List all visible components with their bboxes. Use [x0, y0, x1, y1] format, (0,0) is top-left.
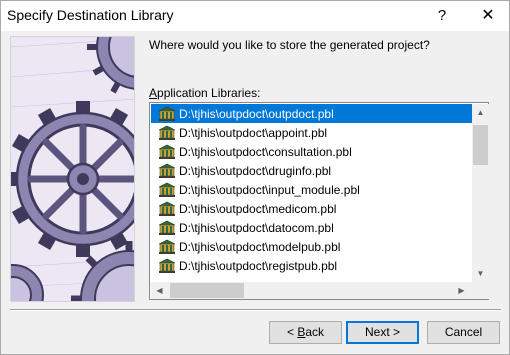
library-icon: [158, 106, 176, 122]
library-path: D:\tjhis\outpdoct\appoint.pbl: [179, 125, 328, 140]
back-button[interactable]: < Back: [269, 321, 342, 344]
scroll-down-arrow-icon[interactable]: ▼: [472, 265, 489, 282]
library-path: D:\tjhis\outpdoct\datocom.pbl: [179, 220, 334, 235]
scroll-left-arrow-icon[interactable]: ◀: [151, 282, 168, 299]
library-icon: [158, 125, 176, 141]
library-path: D:\tjhis\outpdoct\medicom.pbl: [179, 201, 337, 216]
label-mnemonic: A: [149, 86, 158, 100]
library-list-item[interactable]: D:\tjhis\outpdoct\appoint.pbl: [151, 123, 472, 142]
library-list-item[interactable]: D:\tjhis\outpdoct\input_module.pbl: [151, 180, 472, 199]
separator-line: [10, 309, 501, 311]
vertical-scrollbar[interactable]: ▲ ▼: [472, 104, 489, 282]
library-icon: [158, 201, 176, 217]
library-list-item[interactable]: D:\tjhis\outpdoct\druginfo.pbl: [151, 161, 472, 180]
wizard-gears-illustration: [10, 36, 135, 302]
library-path: D:\tjhis\outpdoct\druginfo.pbl: [179, 163, 332, 178]
scroll-right-arrow-icon[interactable]: ▶: [453, 282, 470, 299]
library-icon: [158, 220, 176, 236]
library-path: D:\tjhis\outpdoct\outpdoct.pbl: [179, 106, 334, 121]
horizontal-scrollbar[interactable]: ◀ ▶: [151, 282, 472, 299]
library-icon: [158, 144, 176, 160]
library-list-item[interactable]: D:\tjhis\outpdoct\medicom.pbl: [151, 199, 472, 218]
dialog-window: Specify Destination Library ? ✕ Where wo…: [0, 0, 510, 355]
library-icon: [158, 239, 176, 255]
library-list-item[interactable]: D:\tjhis\outpdoct\outpdoct.pbl: [151, 104, 472, 123]
library-list-item[interactable]: D:\tjhis\outpdoct\registpub.pbl: [151, 256, 472, 275]
horizontal-scroll-thumb[interactable]: [170, 283, 244, 298]
library-path: D:\tjhis\outpdoct\consultation.pbl: [179, 144, 352, 159]
library-path: D:\tjhis\outpdoct\modelpub.pbl: [179, 239, 341, 254]
library-icon: [158, 182, 176, 198]
gears-image: [11, 37, 134, 301]
back-button-prefix: <: [286, 325, 298, 339]
close-button[interactable]: ✕: [471, 1, 505, 31]
cancel-button[interactable]: Cancel: [427, 321, 500, 344]
application-libraries-listbox[interactable]: D:\tjhis\outpdoct\outpdoct.pbl D:\tjhis\o…: [149, 102, 489, 300]
library-list: D:\tjhis\outpdoct\outpdoct.pbl D:\tjhis\o…: [151, 104, 472, 282]
label-text: pplication Libraries:: [157, 86, 261, 100]
library-path: D:\tjhis\outpdoct\input_module.pbl: [179, 182, 360, 197]
scrollbar-corner: [472, 282, 489, 299]
library-list-item[interactable]: D:\tjhis\outpdoct\modelpub.pbl: [151, 237, 472, 256]
help-button[interactable]: ?: [427, 1, 457, 31]
library-path: D:\tjhis\outpdoct\registpub.pbl: [179, 258, 338, 273]
prompt-text: Where would you like to store the genera…: [149, 38, 430, 52]
library-icon: [158, 258, 176, 274]
library-list-item[interactable]: D:\tjhis\outpdoct\consultation.pbl: [151, 142, 472, 161]
next-button[interactable]: Next >: [346, 321, 419, 344]
back-button-label: ack: [305, 325, 325, 339]
vertical-scroll-thumb[interactable]: [473, 125, 488, 165]
application-libraries-label: Application Libraries:: [149, 86, 260, 100]
window-title: Specify Destination Library: [7, 7, 174, 23]
library-icon: [158, 163, 176, 179]
library-list-item[interactable]: D:\tjhis\outpdoct\datocom.pbl: [151, 218, 472, 237]
scroll-up-arrow-icon[interactable]: ▲: [472, 104, 489, 121]
title-bar[interactable]: Specify Destination Library ? ✕: [1, 1, 509, 31]
